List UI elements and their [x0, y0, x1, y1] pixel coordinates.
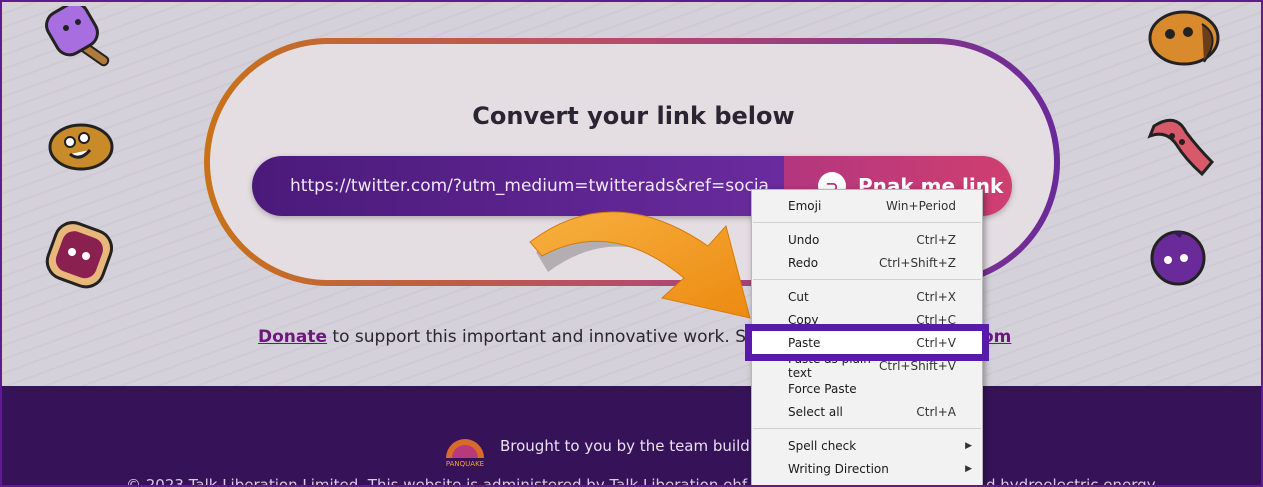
menu-item-select-all[interactable]: Select all Ctrl+A	[752, 400, 982, 423]
menu-separator	[753, 222, 981, 223]
context-menu: Emoji Win+Period Undo Ctrl+Z Redo Ctrl+S…	[745, 189, 989, 485]
menu-item-undo[interactable]: Undo Ctrl+Z	[752, 228, 982, 251]
menu-item-cut[interactable]: Cut Ctrl+X	[752, 285, 982, 308]
panquake-logo-text: PANQUAKE	[446, 460, 484, 468]
menu-separator	[753, 279, 981, 280]
popsicle-sticker	[45, 6, 110, 67]
berry-sticker	[1150, 230, 1206, 286]
copyright-tail: d hydroelectric energy	[986, 476, 1156, 487]
pointer-arrow	[529, 211, 751, 319]
donate-text: to support this important and innovative…	[327, 327, 777, 347]
menu-separator	[753, 428, 981, 429]
copyright-text: © 2023 Talk Liberation Limited. This web…	[126, 476, 819, 487]
donate-line: Donate to support this important and inn…	[258, 327, 776, 347]
menu-item-copy[interactable]: Copy Ctrl+C	[752, 308, 982, 331]
subscribe-link-tail[interactable]: om	[982, 327, 1011, 347]
menu-item-writing-direction[interactable]: Writing Direction ▶	[752, 457, 982, 480]
menu-item-emoji[interactable]: Emoji Win+Period	[752, 194, 982, 217]
panquake-logo: PANQUAKE	[446, 439, 484, 468]
donate-link[interactable]: Donate	[258, 327, 327, 347]
toast-sticker	[45, 221, 114, 289]
menu-item-spell-check[interactable]: Spell check ▶	[752, 434, 982, 457]
page-heading: Convert your link below	[472, 102, 795, 130]
lemon-sticker	[48, 123, 114, 171]
menu-item-redo[interactable]: Redo Ctrl+Shift+Z	[752, 251, 982, 274]
menu-item-force-paste[interactable]: Force Paste	[752, 377, 982, 400]
submenu-arrow-icon: ▶	[965, 463, 972, 474]
bread-sticker	[1148, 10, 1220, 66]
menu-item-paste-plain[interactable]: Paste as plain text Ctrl+Shift+V	[752, 352, 982, 380]
bacon-sticker	[1147, 118, 1215, 177]
browser-frame: Convert your link below ⊃ Pnak me link D…	[0, 0, 1263, 487]
submenu-arrow-icon: ▶	[965, 440, 972, 451]
menu-item-paste[interactable]: Paste Ctrl+V	[745, 324, 989, 361]
brought-text: Brought to you by the team building	[500, 437, 773, 455]
footer-brought: PANQUAKE Brought to you by the team buil…	[442, 424, 773, 468]
